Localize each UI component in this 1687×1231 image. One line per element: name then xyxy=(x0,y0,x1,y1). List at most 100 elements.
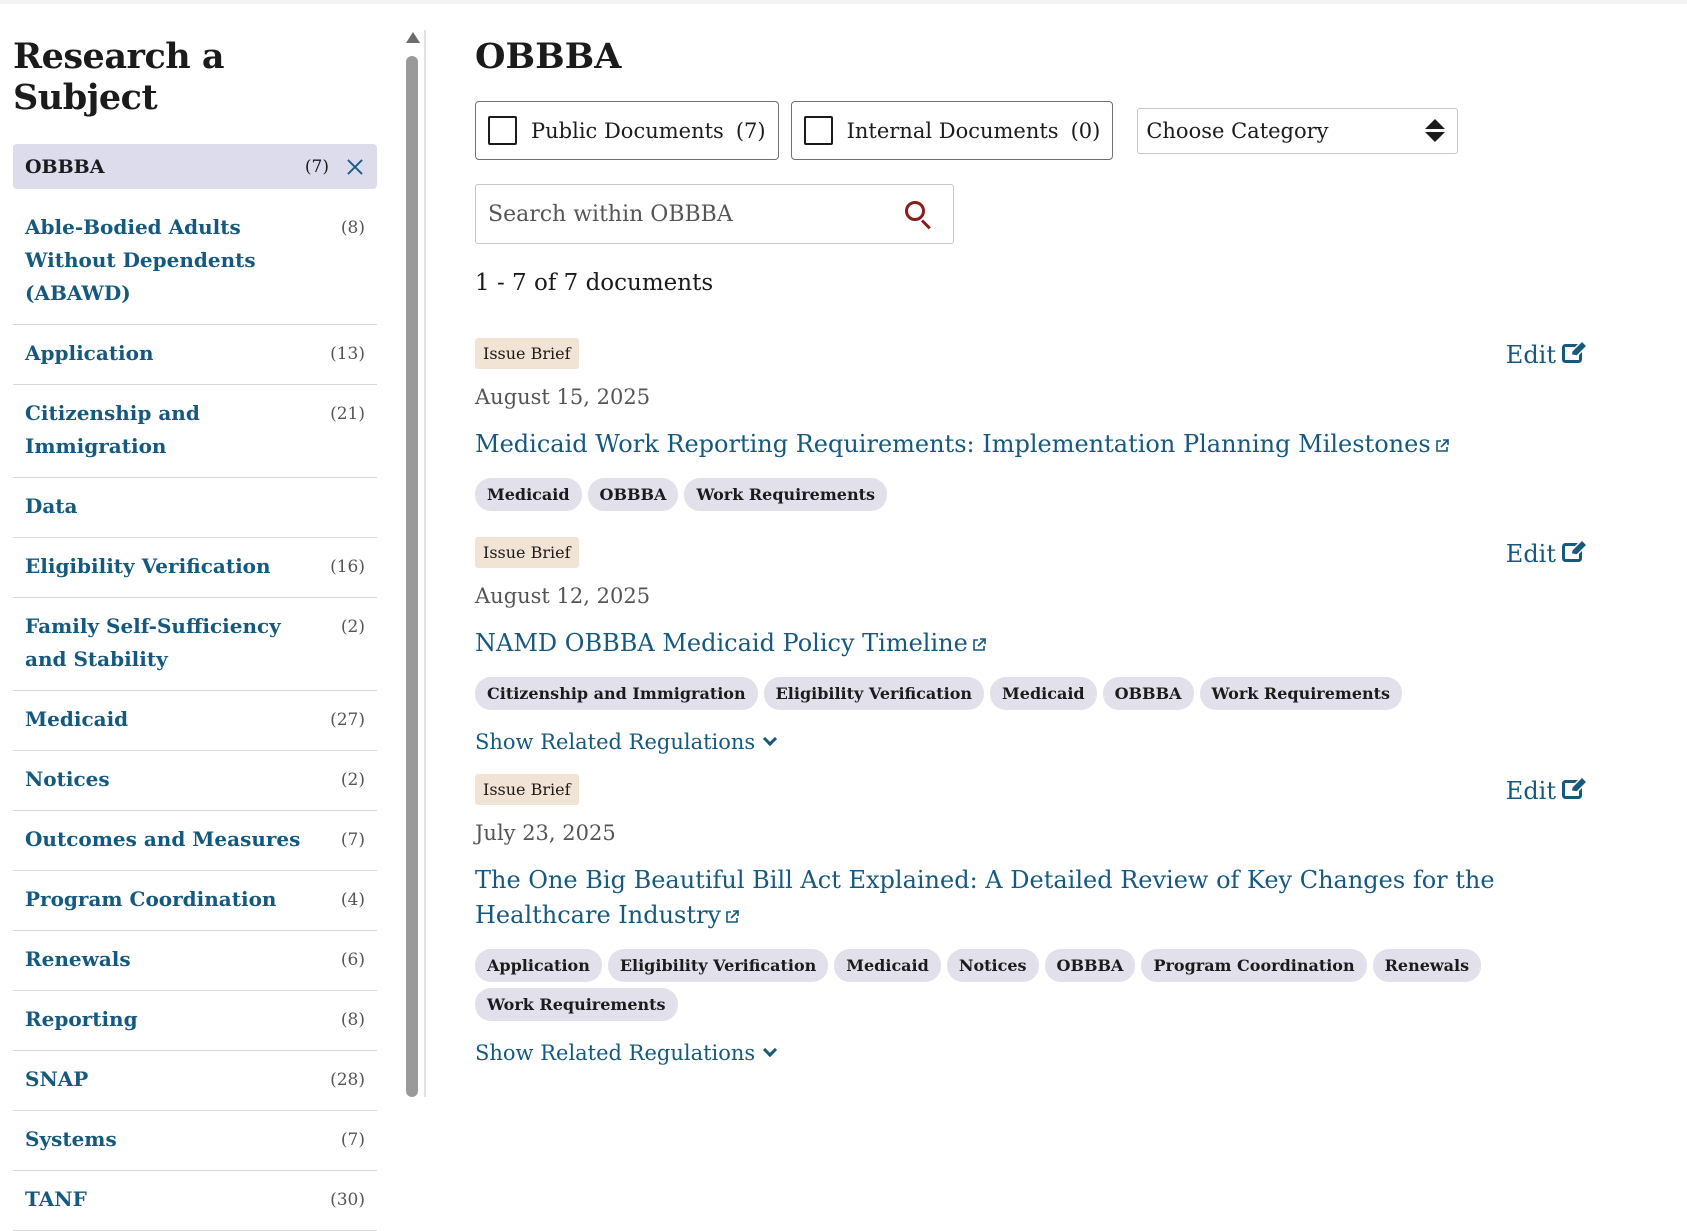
document-title-text[interactable]: The One Big Beautiful Bill Act Explained… xyxy=(475,866,1495,929)
sidebar-subject-item[interactable]: Notices (2) xyxy=(13,751,377,811)
document-title-text[interactable]: NAMD OBBBA Medicaid Policy Timeline xyxy=(475,629,968,657)
internal-documents-checkbox[interactable] xyxy=(803,116,833,145)
document-tag[interactable]: Medicaid xyxy=(475,478,582,511)
chevron-down-icon xyxy=(763,731,778,747)
show-related-label: Show Related Regulations xyxy=(475,1041,756,1065)
public-documents-filter[interactable]: Public Documents (7) xyxy=(475,101,779,160)
document-tag[interactable]: Application xyxy=(475,949,602,982)
sidebar-subject-count: (7) xyxy=(340,830,365,850)
sidebar-subject-item[interactable]: Eligibility Verification (16) xyxy=(13,538,377,598)
sidebar-subject-count: (2) xyxy=(340,770,365,790)
category-select-value: Choose Category xyxy=(1146,118,1329,143)
document-tag[interactable]: Work Requirements xyxy=(475,988,678,1021)
document-date: July 23, 2025 xyxy=(475,821,616,845)
scrollbar-thumb[interactable] xyxy=(406,56,418,1097)
document-tag[interactable]: Eligibility Verification xyxy=(607,949,829,982)
main-content: OBBBA Public Documents (7) Internal Docu… xyxy=(475,30,1655,1065)
sidebar-subject-item[interactable]: Family Self-Sufficiency and Stability (2) xyxy=(13,598,377,691)
sidebar-subject-item[interactable]: Reporting (8) xyxy=(13,991,377,1051)
sidebar-subject-label[interactable]: Notices xyxy=(25,763,110,796)
document-tag[interactable]: Work Requirements xyxy=(684,478,887,511)
sidebar-subject-item[interactable]: Program Coordination (4) xyxy=(13,871,377,931)
category-select[interactable]: Choose Category xyxy=(1137,107,1459,154)
document-tag[interactable]: Work Requirements xyxy=(1199,677,1403,710)
document-title-text[interactable]: Medicaid Work Reporting Requirements: Im… xyxy=(475,430,1431,458)
internal-documents-filter[interactable]: Internal Documents (0) xyxy=(790,101,1114,160)
sidebar-subject-item[interactable]: SNAP (28) xyxy=(13,1051,377,1111)
sidebar-subject-item[interactable]: Systems (7) xyxy=(13,1111,377,1171)
sidebar-subject-label[interactable]: Citizenship and Immigration xyxy=(25,397,315,463)
sort-arrows-icon xyxy=(1425,119,1446,142)
sidebar-subject-count: (27) xyxy=(330,710,365,730)
sidebar-subject-count: (2) xyxy=(340,617,365,637)
document-card: Issue Brief Edit August 15, 2025 Medicaid W… xyxy=(475,338,1655,517)
sidebar-subject-label[interactable]: Medicaid xyxy=(25,703,128,736)
search-input[interactable] xyxy=(488,201,903,227)
sidebar-subject-label[interactable]: Reporting xyxy=(25,1003,138,1036)
sidebar-subject-label[interactable]: Renewals xyxy=(25,943,131,976)
sidebar-subject-count: (28) xyxy=(330,1070,365,1090)
sidebar-subject-item[interactable]: Data xyxy=(13,478,377,538)
sidebar-subject-item[interactable]: Outcomes and Measures (7) xyxy=(13,811,377,871)
document-tag[interactable]: Notices xyxy=(946,949,1039,982)
selected-subject-label: OBBBA xyxy=(25,155,105,178)
edit-button[interactable]: Edit xyxy=(1506,339,1589,370)
sidebar-scrollbar[interactable] xyxy=(406,32,420,1097)
search-icon[interactable] xyxy=(903,199,933,230)
subject-sidebar: Research a Subject OBBBA (7) Able-Bodied… xyxy=(13,30,377,1231)
document-tag[interactable]: Program Coordination xyxy=(1141,949,1367,982)
document-tag[interactable]: OBBBA xyxy=(587,478,679,511)
sidebar-subject-count: (21) xyxy=(330,404,365,424)
external-link-icon xyxy=(968,629,987,657)
sidebar-subject-item[interactable]: Citizenship and Immigration (21) xyxy=(13,385,377,478)
sidebar-subject-label[interactable]: Systems xyxy=(25,1123,117,1156)
document-tag[interactable]: OBBBA xyxy=(1044,949,1136,982)
document-title-link[interactable]: NAMD OBBBA Medicaid Policy Timeline xyxy=(475,626,1585,661)
sidebar-subject-label[interactable]: Eligibility Verification xyxy=(25,550,271,583)
sidebar-subject-label[interactable]: Able-Bodied Adults Without Dependents (A… xyxy=(25,211,315,310)
sidebar-subject-label[interactable]: Data xyxy=(25,490,78,523)
document-tag[interactable]: Medicaid xyxy=(990,677,1097,710)
filter-bar: Public Documents (7) Internal Documents … xyxy=(475,101,1655,160)
edit-icon xyxy=(1556,775,1589,806)
document-tag[interactable]: Medicaid xyxy=(834,949,941,982)
show-related-regulations-button[interactable]: Show Related Regulations xyxy=(475,1041,1655,1065)
sidebar-subject-label[interactable]: Application xyxy=(25,337,154,370)
document-tags: Citizenship and Immigration Eligibility V… xyxy=(475,677,1655,716)
sidebar-subject-item[interactable]: Medicaid (27) xyxy=(13,691,377,751)
public-documents-count: (7) xyxy=(735,118,766,143)
document-tags: Application Eligibility Verification Medic… xyxy=(475,949,1655,1027)
document-date: August 12, 2025 xyxy=(475,584,651,608)
document-title-link[interactable]: The One Big Beautiful Bill Act Explained… xyxy=(475,863,1585,933)
document-date: August 15, 2025 xyxy=(475,385,651,409)
sidebar-subject-item[interactable]: Able-Bodied Adults Without Dependents (A… xyxy=(13,199,377,325)
document-card: Issue Brief Edit July 23, 2025 The One Big … xyxy=(475,774,1655,1065)
sidebar-subject-label[interactable]: Outcomes and Measures xyxy=(25,823,300,856)
edit-icon xyxy=(1556,339,1589,370)
edit-label: Edit xyxy=(1505,540,1556,568)
document-tag[interactable]: Renewals xyxy=(1372,949,1482,982)
sidebar-subject-label[interactable]: Family Self-Sufficiency and Stability xyxy=(25,610,315,676)
document-type-badge: Issue Brief xyxy=(475,774,579,805)
close-icon[interactable] xyxy=(345,157,365,177)
sidebar-subject-label[interactable]: Program Coordination xyxy=(25,883,276,916)
public-documents-checkbox[interactable] xyxy=(488,116,517,145)
result-count: 1 - 7 of 7 documents xyxy=(475,270,714,296)
edit-button[interactable]: Edit xyxy=(1505,538,1589,569)
document-tag[interactable]: OBBBA xyxy=(1102,677,1194,710)
sidebar-subject-item[interactable]: TANF (30) xyxy=(13,1171,377,1231)
sidebar-subject-count: (7) xyxy=(340,1130,365,1150)
document-tag[interactable]: Eligibility Verification xyxy=(763,677,985,710)
scroll-up-arrow-icon[interactable] xyxy=(406,32,420,43)
sidebar-subject-label[interactable]: SNAP xyxy=(25,1063,88,1096)
edit-button[interactable]: Edit xyxy=(1505,775,1589,806)
show-related-regulations-button[interactable]: Show Related Regulations xyxy=(475,730,1655,754)
edit-label: Edit xyxy=(1505,777,1556,805)
search-box xyxy=(475,184,954,244)
document-title-link[interactable]: Medicaid Work Reporting Requirements: Im… xyxy=(475,427,1585,462)
sidebar-subject-item[interactable]: Renewals (6) xyxy=(13,931,377,991)
external-link-icon xyxy=(1431,430,1450,458)
document-tag[interactable]: Citizenship and Immigration xyxy=(475,677,758,710)
sidebar-subject-item[interactable]: Application (13) xyxy=(13,325,377,385)
sidebar-subject-label[interactable]: TANF xyxy=(25,1183,87,1216)
